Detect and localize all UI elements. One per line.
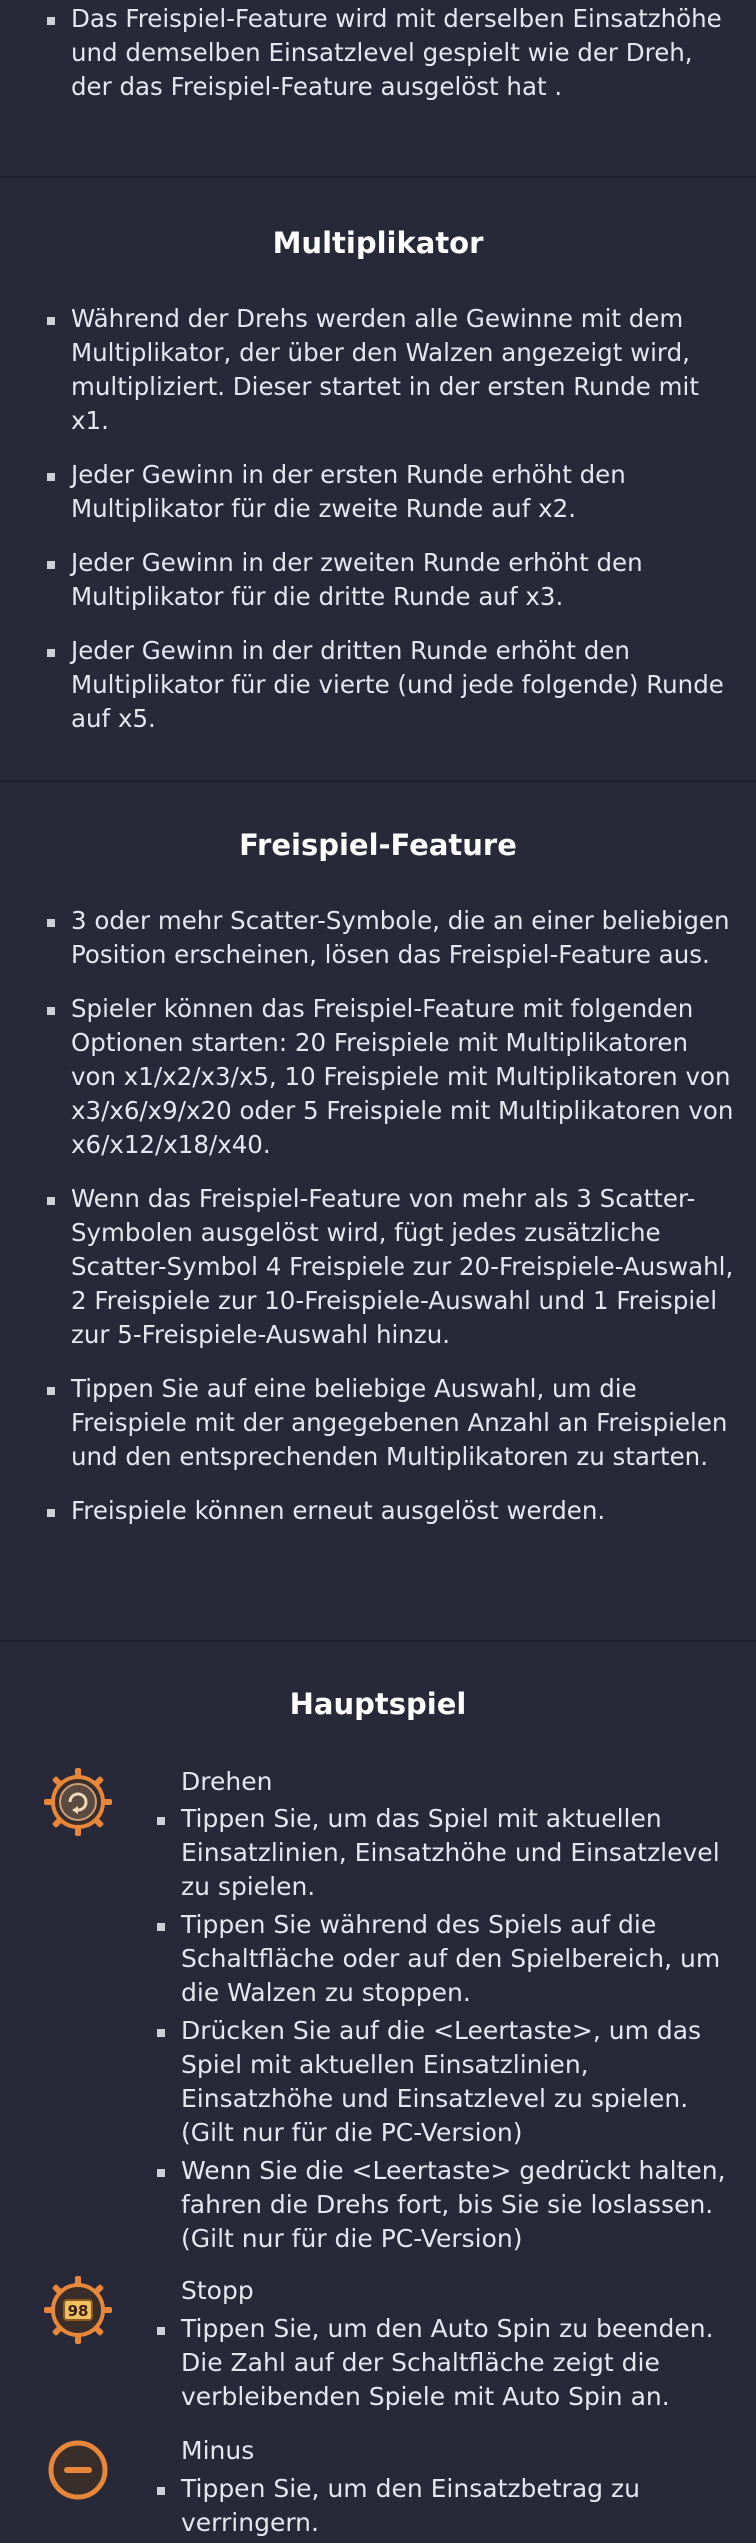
list-item: Wenn Sie die <Leertaste> gedrückt halten… xyxy=(0,2154,756,2256)
list-item: Jeder Gewinn in der dritten Runde erhöht… xyxy=(0,634,756,736)
list-item: Während der Drehs werden alle Gewinne mi… xyxy=(0,302,756,438)
list-item: Tippen Sie auf eine beliebige Auswahl, u… xyxy=(0,1372,756,1474)
entry-title-drehen: Drehen xyxy=(181,1767,273,1796)
list-item: Das Freispiel-Feature wird mit derselben… xyxy=(0,2,756,104)
list-item: Freispiele können erneut ausgelöst werde… xyxy=(0,1494,756,1528)
minus-list: Tippen Sie, um den Einsatzbetrag zu verr… xyxy=(0,2472,756,2540)
list-item: Spieler können das Freispiel-Feature mit… xyxy=(0,992,756,1162)
entry-title-stopp: Stopp xyxy=(181,2276,254,2305)
drehen-list: Tippen Sie, um das Spiel mit aktuellen E… xyxy=(0,1802,756,2256)
section-title: Freispiel-Feature xyxy=(239,828,517,862)
list-item: Jeder Gewinn in der zweiten Runde erhöht… xyxy=(0,546,756,614)
list-item: Tippen Sie, um den Einsatzbetrag zu verr… xyxy=(0,2472,756,2540)
list-item: Jeder Gewinn in der ersten Runde erhöht … xyxy=(0,458,756,526)
section-title: Hauptspiel xyxy=(289,1687,467,1721)
list-item: Tippen Sie, um den Auto Spin zu beenden.… xyxy=(0,2312,756,2414)
list-item: Drücken Sie auf die <Leertaste>, um das … xyxy=(0,2014,756,2150)
multiplikator-list: Während der Drehs werden alle Gewinne mi… xyxy=(0,302,756,736)
list-item: Tippen Sie, um das Spiel mit aktuellen E… xyxy=(0,1802,756,1904)
entry-title-minus: Minus xyxy=(181,2436,255,2465)
top-section: Das Freispiel-Feature wird mit derselben… xyxy=(0,0,756,176)
list-item: Tippen Sie während des Spiels auf die Sc… xyxy=(0,1908,756,2010)
list-item: Wenn das Freispiel-Feature von mehr als … xyxy=(0,1182,756,1352)
top-list: Das Freispiel-Feature wird mit derselben… xyxy=(0,2,756,104)
stopp-list: Tippen Sie, um den Auto Spin zu beenden.… xyxy=(0,2312,756,2414)
multiplikator-section: Multiplikator Während der Drehs werden a… xyxy=(0,178,756,780)
list-item: 3 oder mehr Scatter-Symbole, die an eine… xyxy=(0,904,756,972)
freispiel-section: Freispiel-Feature 3 oder mehr Scatter-Sy… xyxy=(0,782,756,1640)
section-title: Multiplikator xyxy=(272,226,484,260)
hauptspiel-section: Hauptspiel Drehen Tippen Sie, um das Spi… xyxy=(0,1642,756,2543)
freispiel-list: 3 oder mehr Scatter-Symbole, die an eine… xyxy=(0,904,756,1528)
